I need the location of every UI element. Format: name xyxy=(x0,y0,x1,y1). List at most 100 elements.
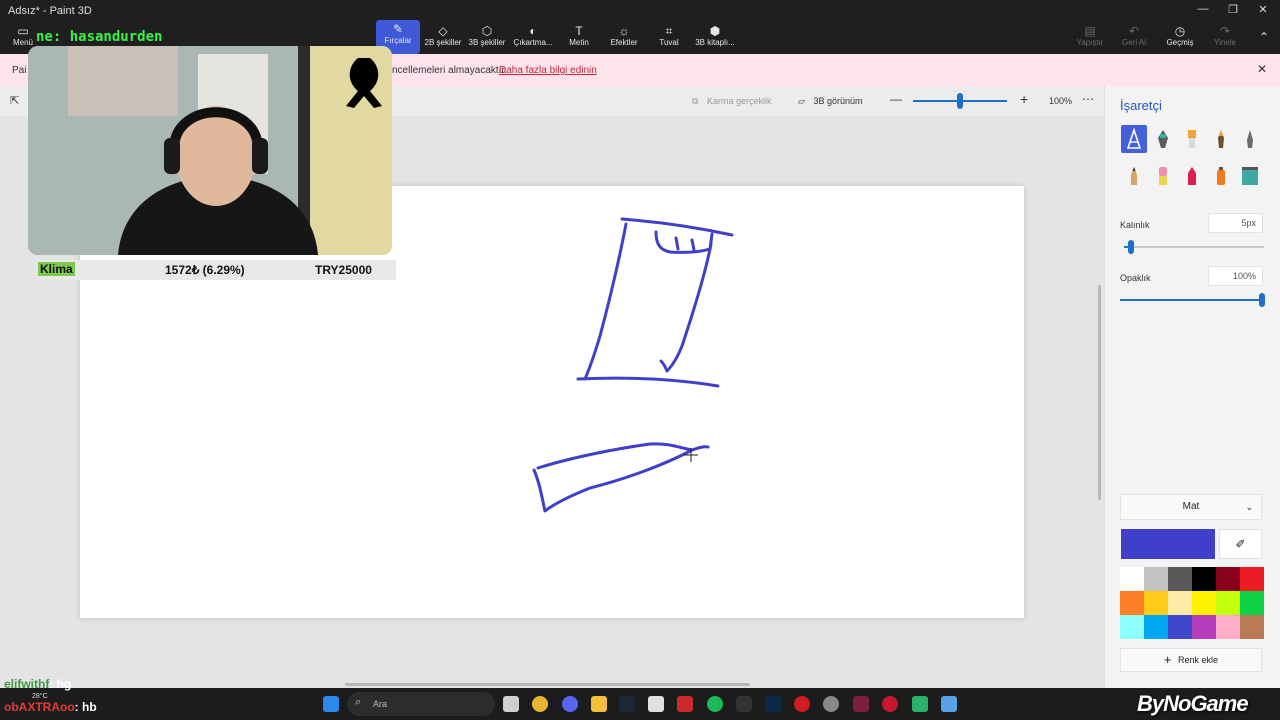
color-swatch[interactable] xyxy=(1216,615,1240,639)
weather-widget[interactable]: 28°C xyxy=(32,693,48,700)
zoom-slider-thumb[interactable] xyxy=(957,93,963,109)
zoom-in-button[interactable]: + xyxy=(1020,91,1028,107)
crayon-button[interactable] xyxy=(1179,162,1205,190)
color-swatch[interactable] xyxy=(1144,615,1168,639)
notification-prefix: Pai xyxy=(12,65,27,76)
color-swatch[interactable] xyxy=(1168,591,1192,615)
color-swatch[interactable] xyxy=(1120,591,1144,615)
spotify-icon[interactable] xyxy=(707,696,723,712)
steam-icon[interactable] xyxy=(619,696,635,712)
color-swatch[interactable] xyxy=(1240,615,1264,639)
history-button[interactable]: ◷ Geçmiş xyxy=(1164,22,1196,54)
color-swatch[interactable] xyxy=(1144,567,1168,591)
undo-icon: ↶ xyxy=(1128,24,1140,38)
current-color-swatch[interactable] xyxy=(1121,529,1215,559)
photoshop-icon[interactable] xyxy=(765,696,781,712)
color-swatch[interactable] xyxy=(1192,591,1216,615)
chat-user: obAXTRAoo xyxy=(4,700,75,714)
color-swatch[interactable] xyxy=(1216,591,1240,615)
opacity-slider-thumb[interactable] xyxy=(1259,293,1265,307)
panel-title: İşaretçi xyxy=(1120,98,1162,113)
pencil-button[interactable] xyxy=(1121,162,1147,190)
finish-dropdown[interactable]: Mat ⌄ xyxy=(1120,494,1262,520)
calligraphy-pen-button[interactable] xyxy=(1150,125,1176,153)
stroke-bottom-line xyxy=(576,376,720,388)
epic-games-icon[interactable] xyxy=(736,696,752,712)
tab-3d-library-label: 3B kitaplı... xyxy=(695,38,735,47)
app-green-icon[interactable] xyxy=(912,696,928,712)
color-swatch[interactable] xyxy=(1192,615,1216,639)
eyedropper-button[interactable]: ✐ xyxy=(1219,529,1262,559)
recording-icon[interactable] xyxy=(677,696,693,712)
color-swatch[interactable] xyxy=(1144,591,1168,615)
finish-value: Mat xyxy=(1182,501,1200,512)
eraser-icon xyxy=(1159,167,1167,185)
spray-can-button[interactable] xyxy=(1208,162,1234,190)
paint-3d-icon[interactable] xyxy=(941,696,957,712)
zoom-out-button[interactable]: — xyxy=(890,92,902,106)
tab-canvas[interactable]: ⌗ Tuval xyxy=(654,22,684,54)
history-icon: ◷ xyxy=(1174,24,1186,38)
discord-icon[interactable] xyxy=(562,696,578,712)
tab-3d-shapes[interactable]: ⬡ 3B şekiller xyxy=(467,22,507,54)
pixel-pen-button[interactable] xyxy=(1237,125,1263,153)
chat-user: elifwithf xyxy=(4,677,50,691)
paste-button[interactable]: ▤ Yapıştır xyxy=(1073,22,1107,54)
color-swatch[interactable] xyxy=(1120,615,1144,639)
vertical-scrollbar[interactable] xyxy=(1098,285,1101,500)
horizontal-scrollbar[interactable] xyxy=(345,683,750,686)
select-cursor-icon[interactable]: ⇱ xyxy=(10,94,19,107)
color-swatch[interactable] xyxy=(1168,567,1192,591)
maximize-button[interactable]: ❐ xyxy=(1220,3,1246,16)
view-3d-button[interactable]: ▱ 3B görünüm xyxy=(798,96,862,107)
redo-button[interactable]: ↷ Yinele xyxy=(1210,22,1240,54)
search-icon: ⌕ xyxy=(355,696,362,708)
watercolor-button[interactable] xyxy=(1208,125,1234,153)
tab-stickers[interactable]: ◐ Çıkartma... xyxy=(511,22,555,54)
task-view-icon[interactable] xyxy=(503,696,519,712)
add-color-button[interactable]: + Renk ekle xyxy=(1120,648,1262,672)
chat-message: elifwithf: hg xyxy=(4,677,71,691)
more-options-icon[interactable]: ⋯ xyxy=(1082,92,1094,106)
stroke-tube-tip xyxy=(690,445,710,452)
close-notification-icon[interactable]: ✕ xyxy=(1257,62,1267,76)
app-icon[interactable] xyxy=(648,696,664,712)
minimize-button[interactable]: — xyxy=(1190,3,1216,15)
donation-goal: TRY25000 xyxy=(315,263,372,277)
shapes-2d-icon: ◇ xyxy=(438,24,448,38)
chrome-icon[interactable] xyxy=(532,696,548,712)
tab-3d-library[interactable]: ⬢ 3B kitaplı... xyxy=(692,22,738,54)
tab-text[interactable]: T Metin xyxy=(563,22,595,54)
marker-brush-button[interactable] xyxy=(1121,125,1147,153)
opacity-input[interactable]: 100% xyxy=(1208,266,1263,286)
oil-brush-button[interactable] xyxy=(1179,125,1205,153)
app-red-icon[interactable] xyxy=(794,696,810,712)
obs-icon[interactable] xyxy=(823,696,839,712)
eraser-button[interactable] xyxy=(1150,162,1176,190)
thickness-slider-track[interactable] xyxy=(1124,246,1264,248)
color-swatch[interactable] xyxy=(1240,567,1264,591)
opera-icon[interactable] xyxy=(882,696,898,712)
color-swatch[interactable] xyxy=(1168,615,1192,639)
color-swatch[interactable] xyxy=(1192,567,1216,591)
mixed-reality-button[interactable]: ⧉ Karma gerçeklik xyxy=(692,96,771,107)
history-label: Geçmiş xyxy=(1166,38,1194,47)
close-window-button[interactable]: ✕ xyxy=(1250,3,1276,16)
fill-bucket-button[interactable] xyxy=(1237,162,1263,190)
thickness-slider-thumb[interactable] xyxy=(1128,240,1134,254)
color-swatch[interactable] xyxy=(1240,591,1264,615)
taskbar-search[interactable]: ⌕ Ara xyxy=(347,692,495,716)
undo-button[interactable]: ↶ Geri Al xyxy=(1119,22,1149,54)
start-icon[interactable] xyxy=(323,696,339,712)
tab-2d-shapes[interactable]: ◇ 2B şekiller xyxy=(422,22,464,54)
title-bar: Adsız* - Paint 3D — ❐ ✕ xyxy=(0,0,1280,22)
app-dark-red-icon[interactable] xyxy=(853,696,869,712)
tab-effects[interactable]: ☼ Efektler xyxy=(606,22,642,54)
file-explorer-icon[interactable] xyxy=(591,696,607,712)
thickness-input[interactable]: 5px xyxy=(1208,213,1263,233)
fill-bucket-icon xyxy=(1242,167,1258,185)
learn-more-link[interactable]: Daha fazla bilgi edinin xyxy=(499,65,597,76)
stroke-left-edge xyxy=(583,222,628,381)
color-swatch[interactable] xyxy=(1216,567,1240,591)
color-swatch[interactable] xyxy=(1120,567,1144,591)
